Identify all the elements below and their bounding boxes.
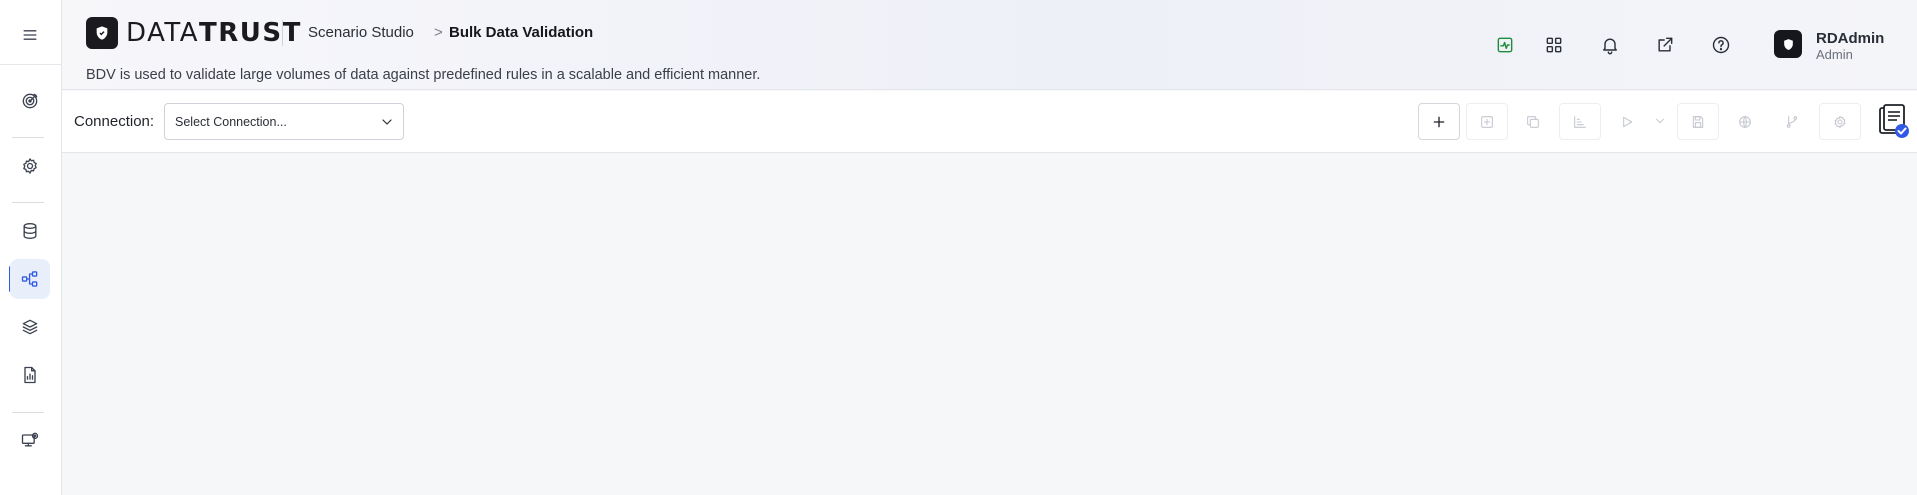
sidebar-divider [12,412,44,413]
branch-button[interactable] [1771,103,1813,140]
save-icon [1692,115,1704,128]
help-icon [1712,36,1730,54]
workflow-icon [21,271,38,287]
breadcrumb-separator: > [434,24,443,41]
settings-button[interactable] [1819,103,1861,140]
play-icon [1623,116,1633,127]
plus-square-icon [1481,115,1493,128]
user-role: Admin [1816,47,1853,62]
gear-icon [1834,115,1846,128]
sidebar-item-database[interactable] [10,211,50,251]
menu-button[interactable] [10,15,50,55]
report-check-icon [1879,104,1909,138]
add-box-button[interactable] [1466,103,1508,140]
activity-icon [1497,37,1513,53]
database-icon [23,223,37,239]
logo[interactable] [86,17,118,49]
breadcrumb-current: Bulk Data Validation [449,24,594,41]
external-link-icon [1658,37,1673,52]
toolbar: Connection: Select Connection... [62,91,1917,153]
connection-label: Connection: [74,113,155,130]
chevron-down-icon [379,114,395,130]
sidebar-item-settings[interactable] [10,146,50,186]
bell-icon [1603,38,1617,55]
gear-icon [23,158,37,174]
brand-name-part: TRUST [198,18,302,48]
sidebar-item-target[interactable] [10,81,50,121]
header-divider [282,20,283,46]
sidebar-header-divider [0,64,62,65]
chart-button[interactable] [1559,103,1601,140]
file-report-icon [24,366,36,384]
save-button[interactable] [1677,103,1719,140]
help-button[interactable] [1705,29,1737,61]
git-branch-icon [1786,115,1798,128]
copy-button[interactable] [1512,103,1554,140]
page-header: DATA TRUST Scenario Studio > Bulk Data Va… [62,0,1917,90]
open-external-button[interactable] [1649,29,1681,61]
notifications-button[interactable] [1594,29,1626,61]
workspace-canvas[interactable] [62,153,1917,495]
apps-button[interactable] [1538,29,1570,61]
apps-grid-icon [1546,37,1562,53]
sidebar-item-layers[interactable] [10,307,50,347]
shield-icon [96,26,108,40]
globe-button[interactable] [1724,103,1766,140]
run-button[interactable] [1606,103,1648,140]
brand-name: DATA TRUST [126,17,302,49]
breadcrumb-scenario-studio[interactable]: Scenario Studio [308,24,414,41]
shield-icon [1783,38,1793,50]
user-name[interactable]: RDAdmin [1816,30,1884,47]
run-options-chevron-down-icon[interactable] [1653,114,1667,128]
sidebar-item-monitor[interactable] [10,420,50,460]
sidebar-item-reports[interactable] [10,355,50,395]
connection-select-value: Select Connection... [175,115,287,129]
connection-select[interactable]: Select Connection... [164,103,404,140]
bar-chart-icon [1574,115,1586,128]
avatar[interactable] [1774,30,1802,58]
page-description: BDV is used to validate large volumes of… [86,67,761,83]
copy-icon [1527,115,1539,128]
layers-icon [22,319,38,335]
menu-icon [23,30,37,40]
plus-icon [1433,116,1445,127]
sidebar-divider [12,137,44,138]
monitor-settings-icon [21,432,39,447]
sidebar-divider [12,202,44,203]
target-icon [22,93,38,109]
globe-icon [1739,115,1751,128]
brand-name-part: DATA [126,18,199,48]
add-button[interactable] [1418,103,1460,140]
activity-button[interactable] [1489,29,1521,61]
report-button[interactable] [1876,103,1912,141]
sidebar [0,0,62,495]
sidebar-item-workflow[interactable] [10,259,50,299]
